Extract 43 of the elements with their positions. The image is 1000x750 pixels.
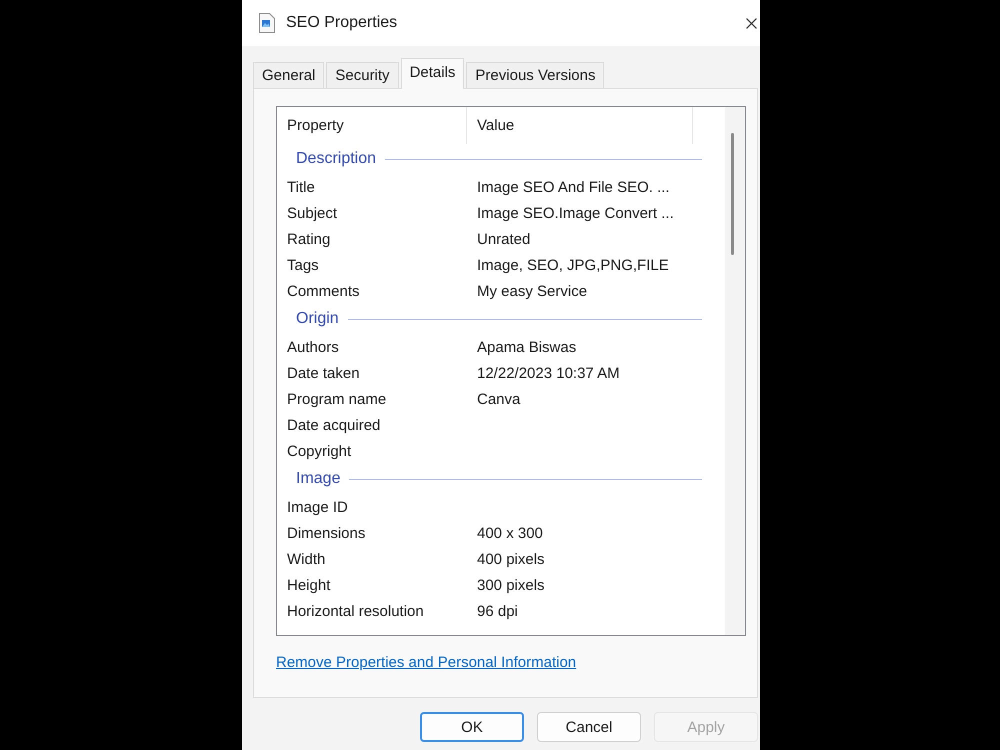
property-value: 300 pixels xyxy=(477,576,545,594)
dialog-button[interactable]: OK xyxy=(420,712,524,742)
property-name: Date acquired xyxy=(287,416,382,434)
column-header[interactable]: Value xyxy=(467,107,693,144)
remove-properties-link[interactable]: Remove Properties and Personal Information xyxy=(276,654,576,671)
group-header: Description xyxy=(296,150,376,168)
property-name: Width xyxy=(287,550,326,568)
property-name: Comments xyxy=(287,282,361,300)
property-value: Canva xyxy=(477,390,520,408)
property-name: Date taken xyxy=(287,364,361,382)
property-value: Image SEO.Image Convert ... xyxy=(477,204,674,222)
close-icon[interactable] xyxy=(746,18,757,28)
tab[interactable]: General xyxy=(253,62,324,88)
tab[interactable]: Security xyxy=(326,62,399,88)
group-header: Image xyxy=(296,470,340,488)
property-name: Subject xyxy=(287,204,338,222)
column-header[interactable]: Property xyxy=(277,107,467,144)
tab[interactable]: Previous Versions xyxy=(466,62,604,88)
property-name: Program name xyxy=(287,390,388,408)
property-value: 400 x 300 xyxy=(477,524,543,542)
property-name: Horizontal resolution xyxy=(287,602,425,620)
property-value: 96 dpi xyxy=(477,602,518,620)
image-file-icon xyxy=(259,13,275,33)
property-name: Height xyxy=(287,576,332,594)
property-value: Apama Biswas xyxy=(477,338,576,356)
property-name: Image ID xyxy=(287,498,349,516)
property-value: My easy Service xyxy=(477,282,588,300)
dialog-button[interactable]: Cancel xyxy=(537,712,641,742)
property-name: Copyright xyxy=(287,442,352,460)
property-name: Title xyxy=(287,178,316,196)
property-name: Authors xyxy=(287,338,340,356)
property-value: Unrated xyxy=(477,230,530,248)
property-name: Rating xyxy=(287,230,332,248)
property-name: Tags xyxy=(287,256,320,274)
tab[interactable]: Details xyxy=(400,58,464,89)
property-value: 400 pixels xyxy=(477,550,545,568)
property-value: 12/22/2023 10:37 AM xyxy=(477,364,620,382)
property-value: Image SEO And File SEO. ... xyxy=(477,178,670,196)
group-header: Origin xyxy=(296,310,339,328)
property-name: Dimensions xyxy=(287,524,366,542)
scrollbar-thumb[interactable] xyxy=(731,133,734,255)
window-title: SEO Properties xyxy=(286,14,398,32)
property-value: Image, SEO, JPG,PNG,FILE xyxy=(477,256,669,274)
